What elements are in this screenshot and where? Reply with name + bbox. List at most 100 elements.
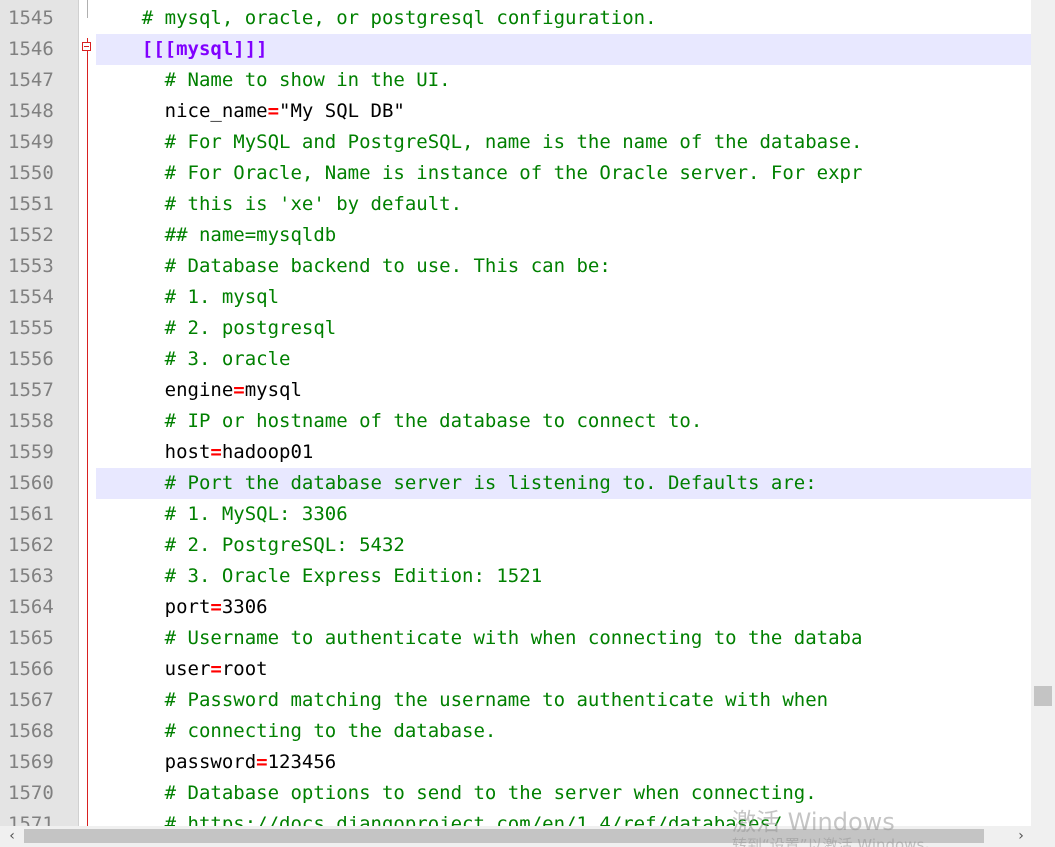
- code-line[interactable]: # 1. mysql: [96, 282, 1031, 313]
- activate-windows-watermark: 激活 Windows: [732, 808, 895, 836]
- code-line[interactable]: # 1. MySQL: 3306: [96, 499, 1031, 530]
- code-line[interactable]: # For MySQL and PostgreSQL, name is the …: [96, 127, 1031, 158]
- comment-token: # 1. MySQL: 3306: [164, 503, 348, 525]
- line-number: 1552: [8, 224, 54, 246]
- code-line[interactable]: engine=mysql: [96, 375, 1031, 406]
- scroll-left-arrow-icon[interactable]: ‹: [3, 827, 21, 845]
- code-line[interactable]: ## name=mysqldb: [96, 220, 1031, 251]
- code-line[interactable]: # mysql, oracle, or postgresql configura…: [96, 3, 1031, 34]
- comment-token: # Port the database server is listening …: [164, 472, 817, 494]
- comment-token: # For MySQL and PostgreSQL, name is the …: [164, 131, 863, 153]
- line-number: 1555: [8, 317, 54, 339]
- operator-token: =: [210, 441, 222, 463]
- operator-token: =: [210, 596, 222, 618]
- line-number: 1546: [8, 38, 54, 60]
- code-text-area[interactable]: # mysql, oracle, or postgresql configura…: [96, 0, 1031, 826]
- code-line[interactable]: # IP or hostname of the database to conn…: [96, 406, 1031, 437]
- operator-token: =: [267, 100, 280, 122]
- comment-token: # this is 'xe' by default.: [164, 193, 463, 215]
- vertical-scrollbar-thumb[interactable]: [1034, 686, 1052, 706]
- line-number: 1554: [8, 286, 54, 308]
- value-token: root: [221, 658, 268, 680]
- code-line[interactable]: [[[mysql]]]: [96, 34, 1031, 65]
- code-line[interactable]: # Port the database server is listening …: [96, 468, 1031, 499]
- code-line[interactable]: # 3. Oracle Express Edition: 1521: [96, 561, 1031, 592]
- comment-token: # 1. mysql: [164, 286, 280, 308]
- value-token: mysql: [244, 379, 302, 401]
- operator-token: =: [233, 379, 245, 401]
- line-number: 1570: [8, 782, 54, 804]
- key-token: user: [164, 658, 211, 680]
- line-number: 1567: [8, 689, 54, 711]
- operator-token: =: [256, 751, 268, 773]
- line-number: 1560: [8, 472, 54, 494]
- line-number: 1550: [8, 162, 54, 184]
- fold-line: [87, 38, 88, 826]
- code-editor[interactable]: 1545 1546 1547 1548 1549 1550 1551 1552 1553 1554…: [0, 0, 1055, 847]
- code-line[interactable]: host=hadoop01: [96, 437, 1031, 468]
- key-token: nice_name: [164, 100, 268, 122]
- code-line[interactable]: # connecting to the database.: [96, 716, 1031, 747]
- code-line[interactable]: # 2. postgresql: [96, 313, 1031, 344]
- comment-token: # Password matching the username to auth…: [164, 689, 829, 711]
- value-token: hadoop01: [221, 441, 314, 463]
- value-token: 123456: [267, 751, 337, 773]
- code-line[interactable]: # 2. PostgreSQL: 5432: [96, 530, 1031, 561]
- code-line[interactable]: port=3306: [96, 592, 1031, 623]
- line-number: 1559: [8, 441, 54, 463]
- code-line[interactable]: # Username to authenticate with when con…: [96, 623, 1031, 654]
- comment-token: # 2. postgresql: [164, 317, 337, 339]
- section-token: [[[mysql]]]: [141, 38, 268, 60]
- line-number: 1563: [8, 565, 54, 587]
- line-number: 1553: [8, 255, 54, 277]
- code-line[interactable]: # Password matching the username to auth…: [96, 685, 1031, 716]
- line-number: 1545: [8, 7, 54, 29]
- code-line[interactable]: user=root: [96, 654, 1031, 685]
- code-line[interactable]: password=123456: [96, 747, 1031, 778]
- line-number: 1566: [8, 658, 54, 680]
- value-token: "My SQL DB": [279, 100, 405, 122]
- line-number: 1557: [8, 379, 54, 401]
- line-number: 1558: [8, 410, 54, 432]
- key-token: password: [164, 751, 257, 773]
- code-line[interactable]: # 3. oracle: [96, 344, 1031, 375]
- scroll-right-arrow-icon[interactable]: ›: [1012, 827, 1030, 845]
- line-number: 1549: [8, 131, 54, 153]
- comment-token: # Username to authenticate with when con…: [164, 627, 863, 649]
- line-number: 1556: [8, 348, 54, 370]
- comment-token: # Name to show in the UI.: [164, 69, 451, 91]
- fold-collapse-icon[interactable]: [82, 42, 91, 51]
- operator-token: =: [210, 658, 222, 680]
- line-number: 1562: [8, 534, 54, 556]
- scrollbar-corner: [1031, 826, 1055, 847]
- code-line[interactable]: nice_name="My SQL DB": [96, 96, 1031, 127]
- comment-token: # Database options to send to the server…: [164, 782, 817, 804]
- line-number: 1569: [8, 751, 54, 773]
- comment-token: # https://docs.djangoproject.com/en/1.4/…: [164, 813, 783, 826]
- comment-token: # For Oracle, Name is instance of the Or…: [164, 162, 863, 184]
- code-line[interactable]: # For Oracle, Name is instance of the Or…: [96, 158, 1031, 189]
- code-line[interactable]: # this is 'xe' by default.: [96, 189, 1031, 220]
- comment-token: # 2. PostgreSQL: 5432: [164, 534, 405, 556]
- code-line[interactable]: # Database backend to use. This can be:: [96, 251, 1031, 282]
- code-line[interactable]: # Name to show in the UI.: [96, 65, 1031, 96]
